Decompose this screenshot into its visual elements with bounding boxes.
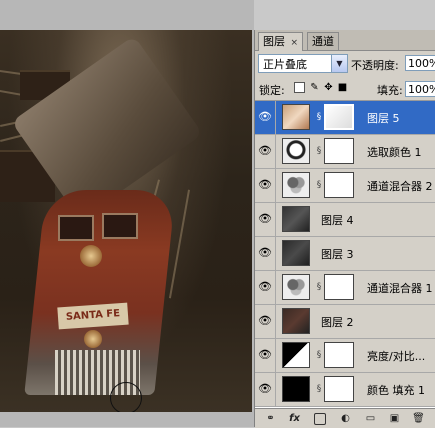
mask-link-icon[interactable]: § <box>315 145 323 157</box>
headlight <box>80 245 102 267</box>
visibility-toggle[interactable]: 👁 <box>255 373 276 406</box>
mask-link-icon[interactable]: § <box>315 349 323 361</box>
chevron-down-icon[interactable]: ▼ <box>331 55 347 72</box>
layer-mask-thumbnail[interactable] <box>324 138 354 164</box>
lock-transparent-icon[interactable] <box>294 82 305 93</box>
tab-channels-label: 通道 <box>312 35 334 48</box>
link-icon[interactable]: ⚭ <box>264 412 277 425</box>
rail-line <box>168 189 190 299</box>
blend-mode-select[interactable]: 正片叠底 ▼ <box>258 54 348 73</box>
layer-thumbnail <box>282 240 310 266</box>
eye-icon[interactable]: 👁 <box>258 213 272 225</box>
visibility-toggle[interactable]: 👁 <box>255 135 276 168</box>
visibility-toggle[interactable]: 👁 <box>255 305 276 338</box>
eye-icon[interactable]: 👁 <box>258 145 272 157</box>
layers-panel: 图层 × 通道 正片叠底 ▼ 不透明度: 100% 锁定: ✎ ✥ ■ 填充: … <box>254 30 435 428</box>
layer-row-color-fill[interactable]: 👁 § 颜色 填充 1 <box>255 373 435 407</box>
document-canvas[interactable]: SANTA FE <box>0 0 254 427</box>
layer-mask-thumbnail[interactable] <box>324 172 354 198</box>
lock-label: 锁定: <box>259 84 285 97</box>
visibility-toggle[interactable]: 👁 <box>255 237 276 270</box>
visibility-toggle[interactable]: 👁 <box>255 169 276 202</box>
blend-row: 正片叠底 ▼ 不透明度: 100% <box>255 52 435 76</box>
visibility-toggle[interactable]: 👁 <box>255 339 276 372</box>
layer-mask-thumbnail[interactable] <box>324 342 354 368</box>
train-photo[interactable]: SANTA FE <box>0 30 252 412</box>
layer-mask-thumbnail[interactable] <box>324 274 354 300</box>
train-window <box>58 215 94 241</box>
brightness-contrast-icon <box>282 342 310 368</box>
opacity-label: 不透明度: <box>351 59 399 72</box>
visibility-toggle[interactable]: 👁 <box>255 271 276 304</box>
visibility-toggle[interactable]: 👁 <box>255 203 276 236</box>
eye-icon[interactable]: 👁 <box>258 179 272 191</box>
layer-thumbnail <box>282 104 310 130</box>
fx-icon[interactable]: fx <box>288 412 301 425</box>
channel-mixer-icon <box>282 274 310 300</box>
layer-name[interactable]: 选取颜色 1 <box>367 144 422 160</box>
panel-tabs: 图层 × 通道 <box>255 30 435 51</box>
eye-icon[interactable]: 👁 <box>258 247 272 259</box>
close-tab-icon[interactable]: × <box>291 38 299 48</box>
layer-row-channel-mixer-2[interactable]: 👁 § 通道混合器 2 <box>255 169 435 203</box>
layer-row-channel-mixer-1[interactable]: 👁 § 通道混合器 1 <box>255 271 435 305</box>
layer-thumbnail <box>282 206 310 232</box>
tab-channels[interactable]: 通道 <box>307 32 339 50</box>
layer-row-layer2[interactable]: 👁 图层 2 <box>255 305 435 339</box>
layers-bottom-toolbar: ⚭ fx ◐ ▭ ▣ 🗑 <box>255 408 435 428</box>
layer-mask-thumbnail[interactable] <box>324 376 354 402</box>
layer-row-layer5[interactable]: 👁 § 图层 5 <box>255 101 435 135</box>
layer-name[interactable]: 通道混合器 2 <box>367 178 433 194</box>
selective-color-icon <box>282 138 310 164</box>
color-fill-swatch[interactable] <box>282 376 310 402</box>
layer-name[interactable]: 图层 4 <box>321 212 354 228</box>
layer-name[interactable]: 图层 2 <box>321 314 354 330</box>
layer-row-layer3[interactable]: 👁 图层 3 <box>255 237 435 271</box>
add-mask-icon[interactable] <box>314 413 326 425</box>
train-window <box>102 213 138 239</box>
layer-name[interactable]: 图层 5 <box>367 110 400 126</box>
layer-name[interactable]: 颜色 填充 1 <box>367 382 425 398</box>
eye-icon[interactable]: 👁 <box>258 281 272 293</box>
blend-mode-value: 正片叠底 <box>263 58 307 71</box>
canvas-pasteboard-top <box>0 0 254 30</box>
layers-list: 👁 § 图层 5 👁 § 选取颜色 1 👁 § 通道混合器 2 👁 图层 4 👁… <box>255 101 435 408</box>
canvas-pasteboard-bottom <box>0 412 254 427</box>
layer-thumbnail <box>282 308 310 334</box>
mask-link-icon[interactable]: § <box>315 179 323 191</box>
mask-link-icon[interactable]: § <box>315 383 323 395</box>
mask-link-icon[interactable]: § <box>315 281 323 293</box>
trash-icon[interactable]: 🗑 <box>412 412 425 425</box>
new-layer-icon[interactable]: ▣ <box>388 412 401 425</box>
lock-paint-icon[interactable]: ✎ <box>309 82 320 93</box>
eye-icon[interactable]: 👁 <box>258 315 272 327</box>
layer-name[interactable]: 亮度/对比... <box>367 348 425 364</box>
layer-name[interactable]: 图层 3 <box>321 246 354 262</box>
mask-link-icon[interactable]: § <box>315 111 323 123</box>
group-folder-icon[interactable]: ▭ <box>364 412 377 425</box>
lock-position-icon[interactable]: ✥ <box>323 82 334 93</box>
layer-row-layer4[interactable]: 👁 图层 4 <box>255 203 435 237</box>
eye-icon[interactable]: 👁 <box>258 111 272 123</box>
tab-layers[interactable]: 图层 × <box>258 32 304 51</box>
eye-icon[interactable]: 👁 <box>258 383 272 395</box>
tab-layers-label: 图层 <box>263 35 285 48</box>
fill-input[interactable]: 100% <box>405 81 435 97</box>
headlight <box>84 330 102 348</box>
brush-cursor-icon <box>110 382 142 414</box>
visibility-toggle[interactable]: 👁 <box>255 101 276 134</box>
layer-row-selective-color[interactable]: 👁 § 选取颜色 1 <box>255 135 435 169</box>
lock-all-icon[interactable]: ■ <box>337 82 348 93</box>
opacity-input[interactable]: 100% <box>405 55 435 71</box>
layer-name[interactable]: 通道混合器 1 <box>367 280 433 296</box>
layer-mask-thumbnail[interactable] <box>324 104 354 130</box>
fill-label: 填充: <box>377 84 403 97</box>
lock-row: 锁定: ✎ ✥ ■ 填充: 100% <box>255 78 435 101</box>
channel-mixer-icon <box>282 172 310 198</box>
eye-icon[interactable]: 👁 <box>258 349 272 361</box>
adjustment-layer-icon[interactable]: ◐ <box>339 412 352 425</box>
layer-row-brightness-contrast[interactable]: 👁 § 亮度/对比... <box>255 339 435 373</box>
